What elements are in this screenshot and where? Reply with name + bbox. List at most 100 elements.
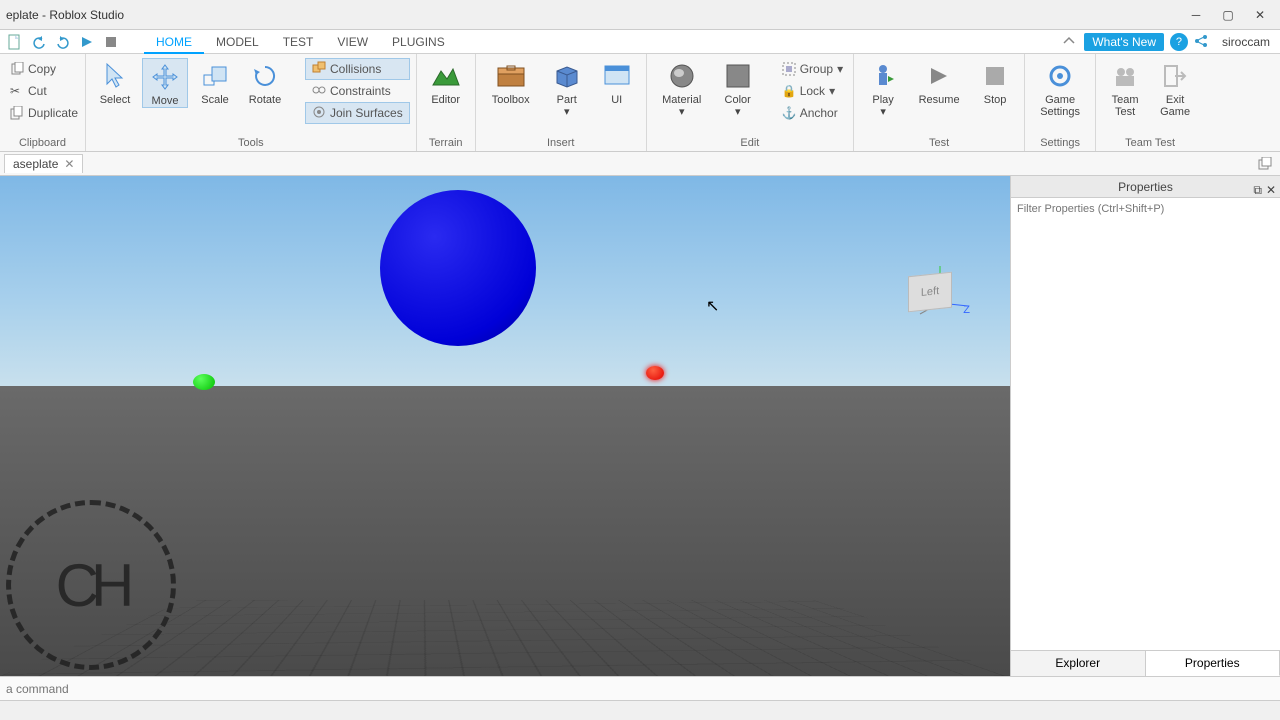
copy-icon	[10, 62, 24, 76]
move-button[interactable]: Move	[142, 58, 188, 108]
close-tab-icon[interactable]: ✕	[64, 157, 74, 171]
duplicate-button[interactable]: Duplicate	[6, 102, 82, 124]
collapse-ribbon-icon[interactable]	[1062, 34, 1078, 50]
stop-button[interactable]: Stop	[972, 58, 1018, 106]
maximize-button[interactable]: ▢	[1212, 4, 1244, 26]
play-icon	[867, 60, 899, 92]
panel-header: Properties ⧉✕	[1011, 176, 1280, 198]
team-icon	[1109, 60, 1141, 92]
document-tabs: aseplate ✕	[0, 152, 1280, 176]
document-tab[interactable]: aseplate ✕	[4, 154, 83, 173]
blue-sphere[interactable]	[380, 190, 536, 346]
tab-properties[interactable]: Properties	[1146, 651, 1280, 676]
username-label[interactable]: siroccam	[1216, 35, 1276, 49]
document-tab-label: aseplate	[13, 157, 58, 171]
copy-button[interactable]: Copy	[6, 58, 82, 80]
tab-home[interactable]: HOME	[144, 30, 204, 54]
share-icon[interactable]	[1194, 34, 1210, 50]
scale-button[interactable]: Scale	[192, 58, 238, 106]
color-icon	[722, 60, 754, 92]
toolbox-button[interactable]: Toolbox	[482, 58, 540, 106]
stop-quick-icon[interactable]	[100, 32, 122, 52]
close-panel-icon[interactable]: ✕	[1266, 179, 1276, 201]
tab-explorer[interactable]: Explorer	[1011, 651, 1146, 676]
tab-test[interactable]: TEST	[271, 30, 326, 54]
axis-cube[interactable]: Left	[908, 272, 952, 313]
resume-icon	[923, 60, 955, 92]
undock-icon[interactable]: ⧉	[1253, 179, 1262, 201]
collisions-icon	[312, 61, 326, 78]
green-part[interactable]	[193, 374, 215, 390]
close-button[interactable]: ✕	[1244, 4, 1276, 26]
join-icon	[312, 105, 326, 122]
part-button[interactable]: Part▾	[544, 58, 590, 118]
group-button[interactable]: Group ▾	[778, 58, 847, 80]
rotate-button[interactable]: Rotate	[242, 58, 288, 106]
filter-input[interactable]	[1011, 198, 1280, 220]
play-button[interactable]: Play▾	[860, 58, 906, 118]
group-insert: Toolbox Part▾ UI Insert	[476, 54, 647, 151]
exit-icon	[1159, 60, 1191, 92]
ribbon-tabs: HOME MODEL TEST VIEW PLUGINS	[144, 30, 457, 54]
resume-button[interactable]: Resume	[910, 58, 968, 106]
panel-title: Properties	[1118, 180, 1173, 194]
cut-icon: ✂	[10, 84, 24, 98]
constraints-icon	[312, 83, 326, 100]
join-surfaces-toggle[interactable]: Join Surfaces	[305, 102, 410, 124]
lock-button[interactable]: 🔒Lock ▾	[778, 80, 847, 102]
axis-widget[interactable]: Left Z	[890, 248, 970, 328]
gear-icon	[1044, 60, 1076, 92]
play-quick-icon[interactable]	[76, 32, 98, 52]
part-icon	[551, 60, 583, 92]
terrain-editor-button[interactable]: Editor	[423, 58, 469, 106]
status-bar	[0, 700, 1280, 720]
group-settings: Game Settings Settings	[1025, 54, 1096, 151]
new-file-icon[interactable]	[4, 32, 26, 52]
group-label: Insert	[482, 135, 640, 149]
help-icon[interactable]: ?	[1170, 33, 1188, 51]
viewport-3d[interactable]: ↖ Left Z CH	[0, 176, 1010, 676]
command-input[interactable]	[0, 677, 1280, 701]
whats-new-button[interactable]: What's New	[1084, 33, 1164, 51]
group-label: Terrain	[423, 135, 469, 149]
group-edit: Material▾ Color▾ Group ▾ 🔒Lock ▾ ⚓Anchor…	[647, 54, 854, 151]
properties-body[interactable]	[1011, 220, 1280, 650]
group-terrain: Editor Terrain	[417, 54, 476, 151]
toolbox-icon	[495, 60, 527, 92]
anchor-icon: ⚓	[782, 106, 796, 120]
redo-icon[interactable]	[52, 32, 74, 52]
panel-tabs: Explorer Properties	[1011, 650, 1280, 676]
cursor-icon	[99, 60, 131, 92]
properties-panel: Properties ⧉✕ Explorer Properties	[1010, 176, 1280, 676]
command-bar	[0, 676, 1280, 700]
rotate-icon	[249, 60, 281, 92]
ui-button[interactable]: UI	[594, 58, 640, 106]
team-test-button[interactable]: Team Test	[1102, 58, 1148, 118]
material-button[interactable]: Material▾	[653, 58, 711, 118]
ribbon: Copy ✂Cut Duplicate Clipboard Select Mov…	[0, 54, 1280, 152]
group-icon	[782, 62, 796, 76]
watermark-logo: CH	[6, 500, 176, 670]
tab-view[interactable]: VIEW	[325, 30, 380, 54]
group-clipboard: Copy ✂Cut Duplicate Clipboard	[0, 54, 86, 151]
exit-game-button[interactable]: Exit Game	[1152, 58, 1198, 118]
minimize-button[interactable]: ─	[1180, 4, 1212, 26]
tab-plugins[interactable]: PLUGINS	[380, 30, 457, 54]
tab-model[interactable]: MODEL	[204, 30, 271, 54]
red-part[interactable]	[646, 366, 664, 380]
game-settings-button[interactable]: Game Settings	[1031, 58, 1089, 118]
group-label: Edit	[653, 135, 847, 149]
group-label: Team Test	[1102, 135, 1198, 149]
mouse-cursor-icon: ↖	[706, 296, 719, 316]
group-teamtest: Team Test Exit Game Team Test	[1096, 54, 1204, 151]
undo-icon[interactable]	[28, 32, 50, 52]
select-button[interactable]: Select	[92, 58, 138, 106]
terrain-icon	[430, 60, 462, 92]
collisions-toggle[interactable]: Collisions	[305, 58, 410, 80]
cut-button[interactable]: ✂Cut	[6, 80, 82, 102]
constraints-toggle[interactable]: Constraints	[305, 80, 410, 102]
multi-window-icon[interactable]	[1254, 154, 1276, 174]
group-label: Test	[860, 135, 1018, 149]
color-button[interactable]: Color▾	[715, 58, 761, 118]
anchor-button[interactable]: ⚓Anchor	[778, 102, 847, 124]
